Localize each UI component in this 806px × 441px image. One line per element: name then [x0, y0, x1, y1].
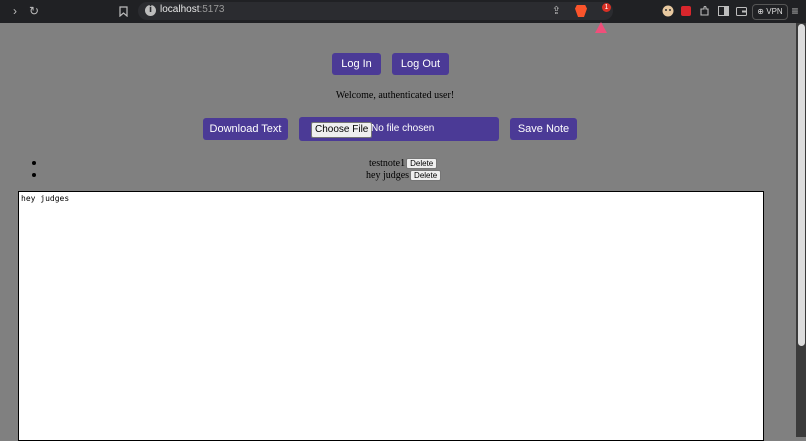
rewards-badge: 1 — [602, 3, 611, 12]
address-bar[interactable]: i localhost:5173 ⇪ 1 — [138, 2, 613, 33]
bookmark-icon[interactable] — [116, 4, 130, 18]
file-input[interactable]: Choose File No file chosen — [299, 117, 499, 141]
delete-note-button[interactable]: Delete — [410, 169, 442, 181]
note-title[interactable]: hey judges — [366, 170, 409, 181]
wallet-icon[interactable] — [734, 4, 748, 18]
share-icon[interactable]: ⇪ — [552, 4, 561, 17]
extensions-icon[interactable] — [697, 4, 711, 18]
brave-shields-icon[interactable] — [575, 5, 587, 17]
note-title[interactable]: testnote1 — [369, 158, 405, 169]
forward-icon[interactable]: › — [8, 4, 22, 18]
menu-icon[interactable]: ≡ — [788, 4, 802, 18]
login-button[interactable]: Log In — [332, 53, 381, 75]
note-editor-textarea[interactable]: hey judges — [18, 191, 764, 441]
choose-file-button[interactable]: Choose File — [311, 122, 373, 138]
sidebar-icon[interactable] — [716, 4, 730, 18]
site-info-icon[interactable]: i — [145, 5, 156, 16]
delete-note-button[interactable]: Delete — [406, 157, 438, 169]
url-text: localhost:5173 — [160, 4, 225, 15]
brave-rewards-icon[interactable]: 1 — [595, 3, 611, 33]
bullet-marker — [32, 173, 36, 177]
reload-icon[interactable]: ↻ — [27, 4, 41, 18]
profile-icon[interactable] — [661, 4, 675, 18]
bullet-marker — [32, 161, 36, 165]
download-text-button[interactable]: Download Text — [203, 118, 288, 140]
vpn-button[interactable]: ⊕ VPN — [752, 4, 788, 20]
page-scrollbar-thumb[interactable] — [798, 24, 805, 346]
save-note-button[interactable]: Save Note — [510, 118, 577, 140]
vpn-label: VPN — [766, 7, 783, 16]
logout-button[interactable]: Log Out — [392, 53, 449, 75]
welcome-message: Welcome, authenticated user! — [335, 90, 455, 101]
no-file-text: No file chosen — [371, 123, 435, 134]
extension-red-icon[interactable] — [679, 4, 693, 18]
browser-toolbar: › ↻ i localhost:5173 ⇪ 1 ⊕ VPN ≡ — [0, 0, 806, 33]
